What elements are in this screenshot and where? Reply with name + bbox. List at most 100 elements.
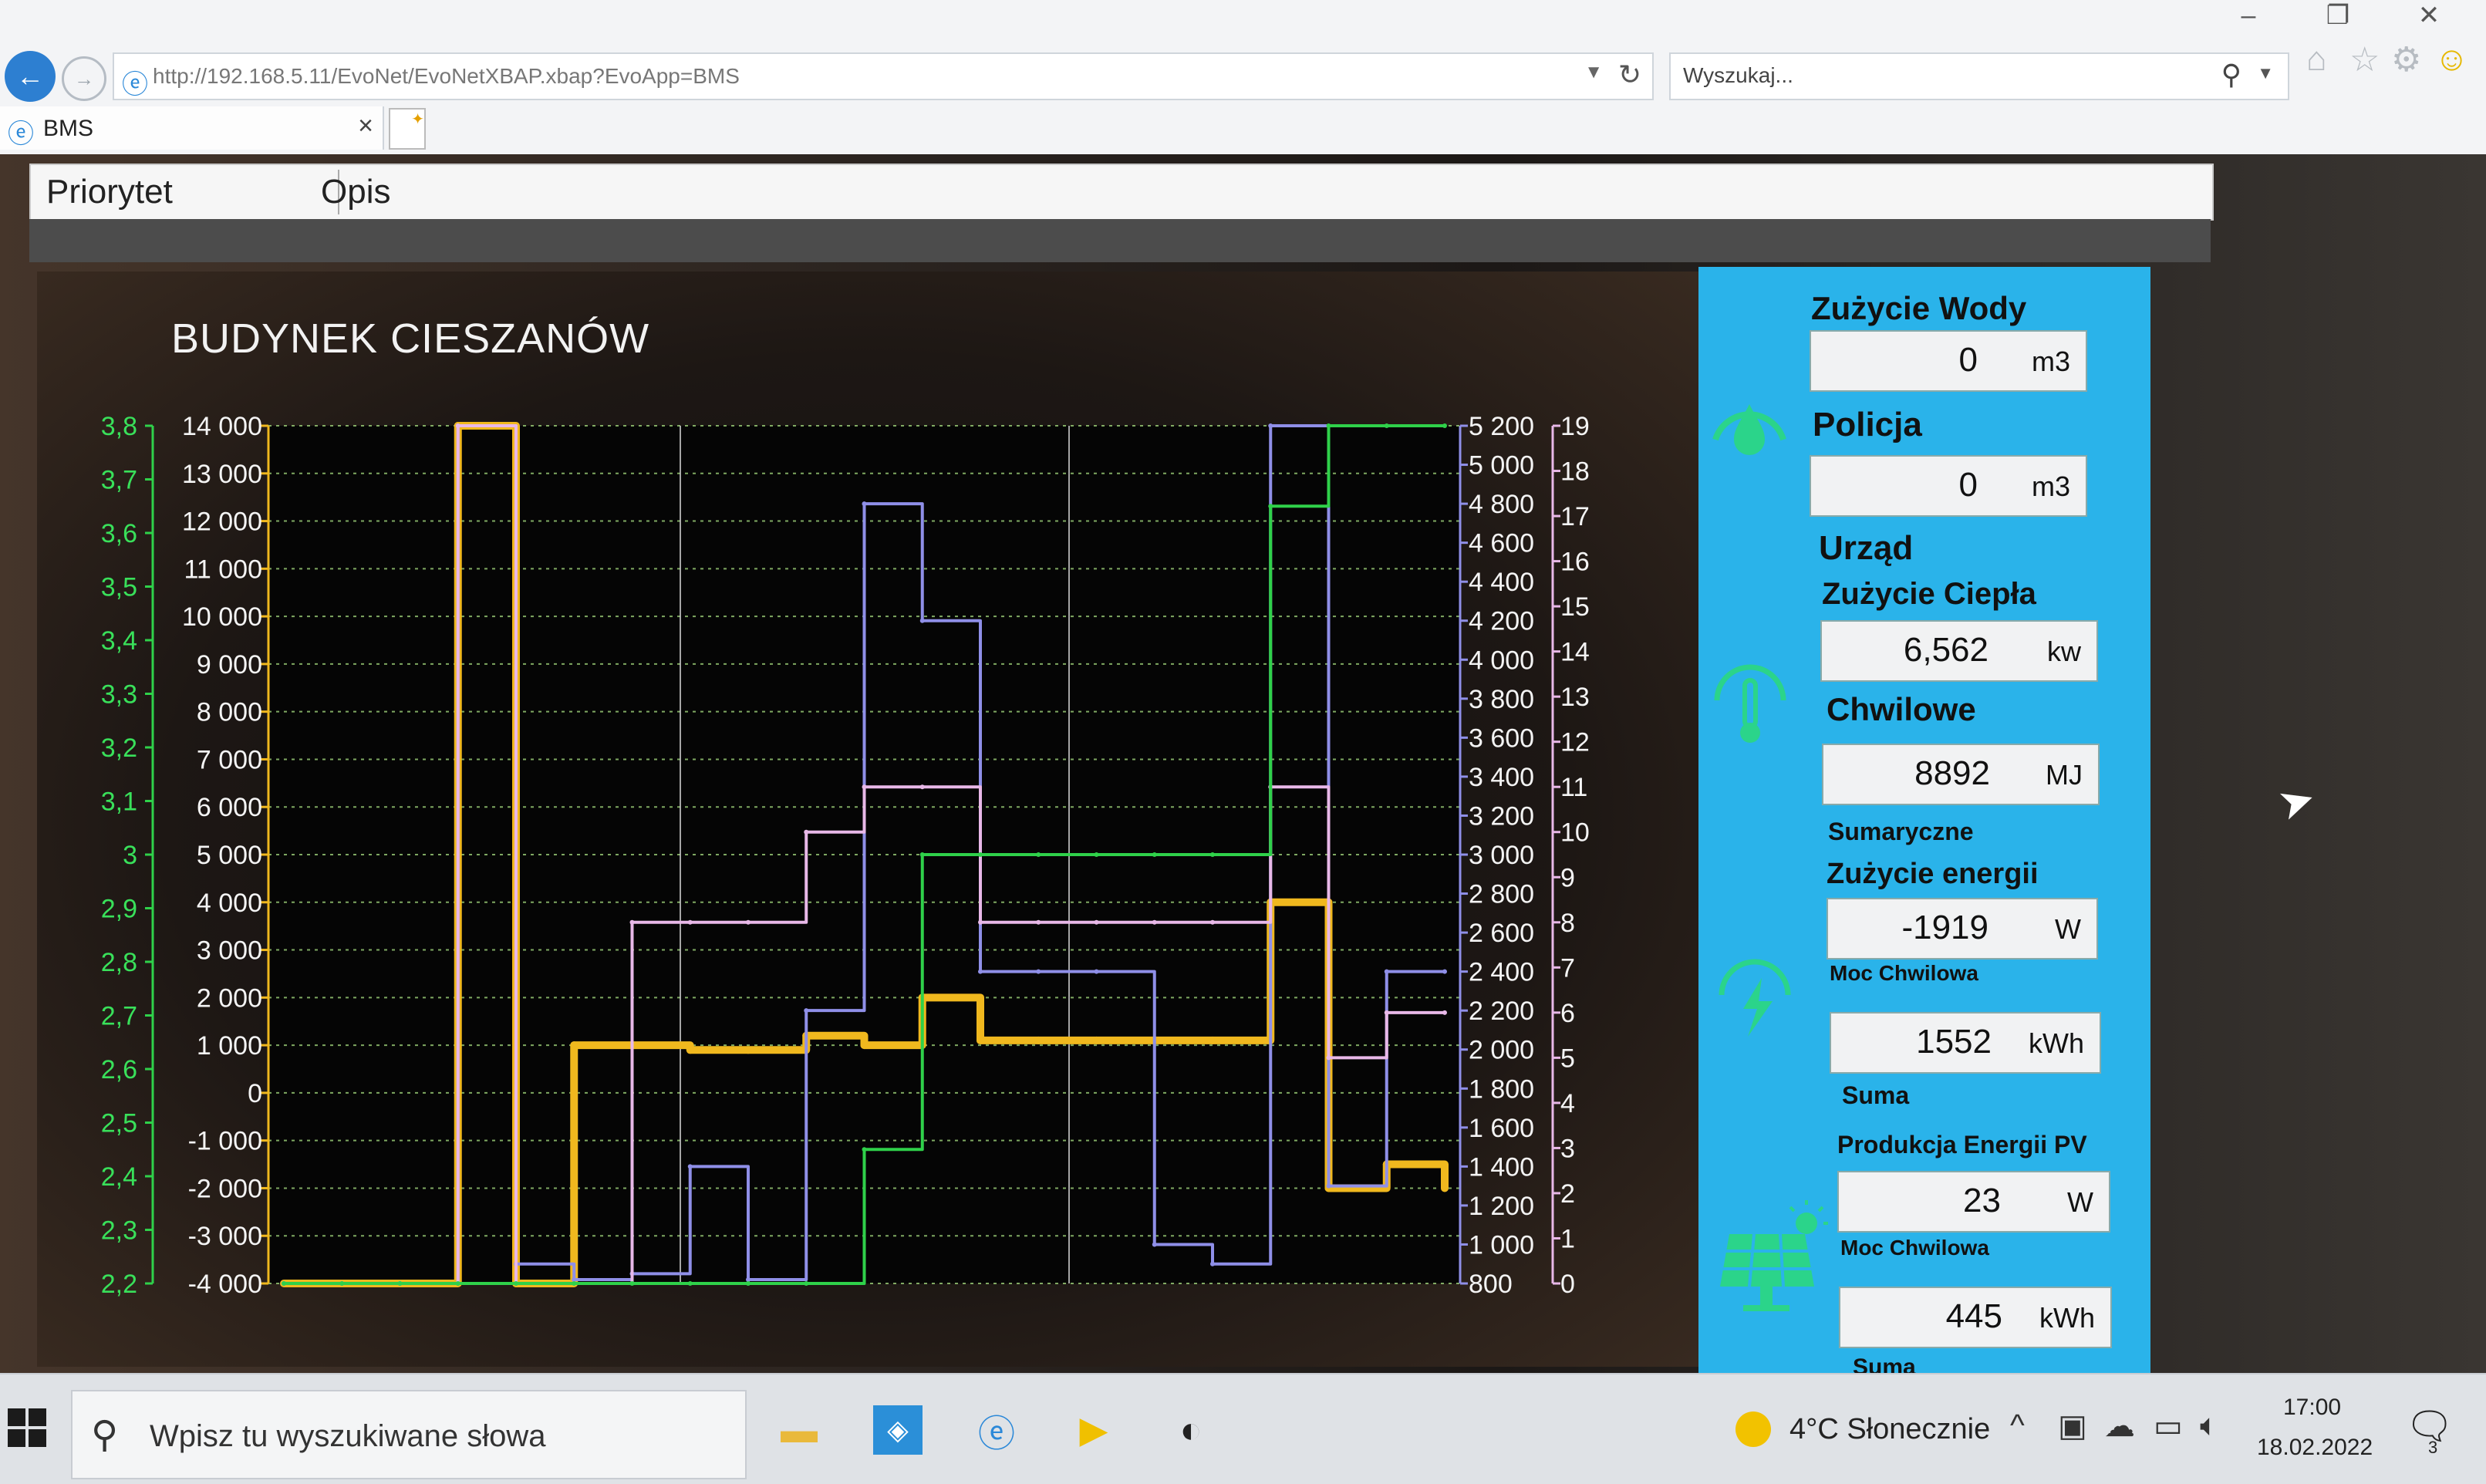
axis-tick-label: 3 000 [197, 936, 262, 966]
file-explorer-icon[interactable]: ▬ [774, 1405, 824, 1455]
series-point [1036, 969, 1041, 974]
refresh-icon[interactable]: ↻ [1618, 59, 1641, 91]
series-point [1268, 504, 1273, 509]
axis-tick-label: 3,2 [101, 734, 137, 763]
pv-sum-value: 445 [1945, 1297, 2002, 1335]
minimize-icon[interactable]: – [2214, 0, 2283, 31]
gear-icon[interactable]: ⚙ [2391, 40, 2421, 79]
pv-title: Produkcja Energii PV [1837, 1131, 2087, 1159]
series-point [1326, 1055, 1331, 1061]
energy-unit: W [2055, 913, 2081, 945]
back-arrow-icon[interactable]: ← [5, 51, 56, 102]
series-point [339, 1281, 345, 1286]
network-icon[interactable]: ▭ [2154, 1408, 2183, 1444]
axis-tick-label: 3 800 [1469, 685, 1534, 714]
series-point [1384, 423, 1389, 428]
water-unit: m3 [2031, 346, 2070, 377]
axis-tick-label: 4 000 [1469, 646, 1534, 675]
axis-tick-label: 3 [1560, 1134, 1575, 1163]
axis-tick-label: 14 [1560, 638, 1590, 667]
menu-underbar [29, 219, 2211, 262]
axis-tick-label: 9 [1560, 863, 1575, 892]
axis-tick-label: 4 000 [197, 889, 262, 918]
address-bar[interactable]: ⓔ http://192.168.5.11/EvoNet/EvoNetXBAP.… [113, 52, 1654, 100]
chevron-down-icon[interactable]: ▼ [2257, 63, 2274, 83]
series-point [1384, 969, 1389, 974]
chevron-up-icon[interactable]: ^ [2010, 1408, 2025, 1443]
info-panel: Zużycie Wody 0 m3 Policja 0 m3 Urząd Zuż… [1698, 267, 2150, 1380]
weather-text[interactable]: 4°C Słonecznie [1789, 1413, 1990, 1446]
bms-app: Priorytet Opis 3,8 3,7 3,6 3,5 3,4 3,3 3,2 3,1 3… [0, 154, 2486, 1380]
search-placeholder: Wyszukaj... [1683, 63, 1793, 87]
series-point [804, 1008, 809, 1014]
app-circle-icon[interactable]: ◐ [1166, 1405, 1216, 1455]
smiley-icon[interactable]: ☺ [2434, 40, 2469, 79]
close-tab-icon[interactable]: × [358, 111, 373, 141]
meet-icon[interactable]: ▣ [2058, 1408, 2087, 1444]
ie-taskbar-icon[interactable]: ⓔ [972, 1405, 1021, 1455]
police-title: Policja [1813, 406, 1922, 444]
heat-sum-label: Sumaryczne [1828, 818, 1974, 845]
restore-icon[interactable]: ❐ [2303, 0, 2373, 31]
tab-bms[interactable]: ⓔ BMS × [0, 106, 384, 150]
series-point [919, 618, 925, 623]
series-point [1209, 1036, 1216, 1044]
axis-tick-label: 1 600 [1469, 1114, 1534, 1143]
media-player-icon[interactable]: ▶ [1069, 1405, 1118, 1455]
clock-time[interactable]: 17:00 [2283, 1395, 2341, 1421]
series-point [746, 1281, 751, 1286]
series-point [282, 1281, 286, 1286]
forward-arrow-icon[interactable]: → [62, 56, 106, 101]
axis-tick-label: 2,8 [101, 948, 137, 977]
trend-chart: 3,8 3,7 3,6 3,5 3,4 3,3 3,2 3,1 3 2,9 2,8 2,7 2,6 2,5… [101, 412, 1590, 1299]
series-point [919, 852, 925, 857]
series-point [686, 1046, 694, 1054]
chart-panel: 3,8 3,7 3,6 3,5 3,4 3,3 3,2 3,1 3 2,9 2,8 2,7 2,6 2,5… [37, 272, 1698, 1367]
series-point [1442, 1010, 1447, 1015]
menu-priority[interactable]: Priorytet [46, 165, 173, 219]
taskbar-search-input[interactable]: ⚲ Wpisz tu wyszukiwane słowa [71, 1390, 747, 1479]
home-icon[interactable]: ⌂ [2306, 40, 2327, 79]
axis-tick-label: -4 000 [188, 1270, 262, 1299]
chevron-down-icon[interactable]: ▼ [1584, 62, 1603, 83]
new-tab-button[interactable]: ✦ [389, 108, 426, 150]
clock-date[interactable]: 18.02.2022 [2257, 1435, 2373, 1461]
volume-icon[interactable]: 🔈︎ [2200, 1408, 2218, 1443]
menu-description[interactable]: Opis [321, 165, 390, 219]
series-point [1326, 423, 1331, 428]
star-icon[interactable]: ☆ [2349, 40, 2380, 79]
axis-tick-label: 1 000 [197, 1031, 262, 1061]
series-point [514, 1281, 518, 1286]
windows-start-icon[interactable] [8, 1408, 46, 1447]
search-input[interactable]: Wyszukaj... ⚲ ▼ [1669, 52, 2289, 100]
axis-tick-label: 13 [1560, 683, 1590, 712]
chart-title: BUDYNEK CIESZANÓW [171, 315, 650, 362]
heat-title: Zużycie Ciepła [1822, 577, 2036, 611]
pv-instant-box: 23 W [1837, 1171, 2110, 1233]
axis-tick-label: 5 000 [1469, 451, 1534, 481]
series-point [629, 1281, 635, 1286]
cloud-icon[interactable]: ☁ [2104, 1408, 2135, 1444]
axis-tick-label: 2 600 [1469, 919, 1534, 948]
axis-tick-label: 7 000 [197, 745, 262, 774]
series-point [862, 501, 867, 507]
close-window-icon[interactable]: ✕ [2394, 0, 2464, 31]
axis-tick-label: 15 [1560, 592, 1590, 622]
axis-tick-label: 10 [1560, 818, 1590, 848]
series-point [1094, 852, 1099, 857]
axis-tick-label: 18 [1560, 457, 1590, 487]
axis-tick-label: 1 200 [1469, 1192, 1534, 1221]
axis-tick-label: -2 000 [188, 1174, 262, 1203]
axis-tick-label: 3 200 [1469, 801, 1534, 831]
store-app-icon[interactable]: ◈ [873, 1405, 923, 1455]
search-icon[interactable]: ⚲ [2221, 59, 2241, 91]
address-text: http://192.168.5.11/EvoNet/EvoNetXBAP.xb… [153, 64, 740, 88]
solar-panel-icon [1720, 1200, 1828, 1311]
energy-value: -1919 [1901, 909, 1988, 946]
axis-tick-label: 4 800 [1469, 490, 1534, 519]
axis-tick-label: 3,7 [101, 466, 137, 495]
ie-tab-icon: ⓔ [8, 120, 34, 149]
axis-tick-label: 2 800 [1469, 880, 1534, 909]
series-point [978, 919, 983, 925]
heat-sum-box: 8892 MJ [1822, 744, 2100, 805]
